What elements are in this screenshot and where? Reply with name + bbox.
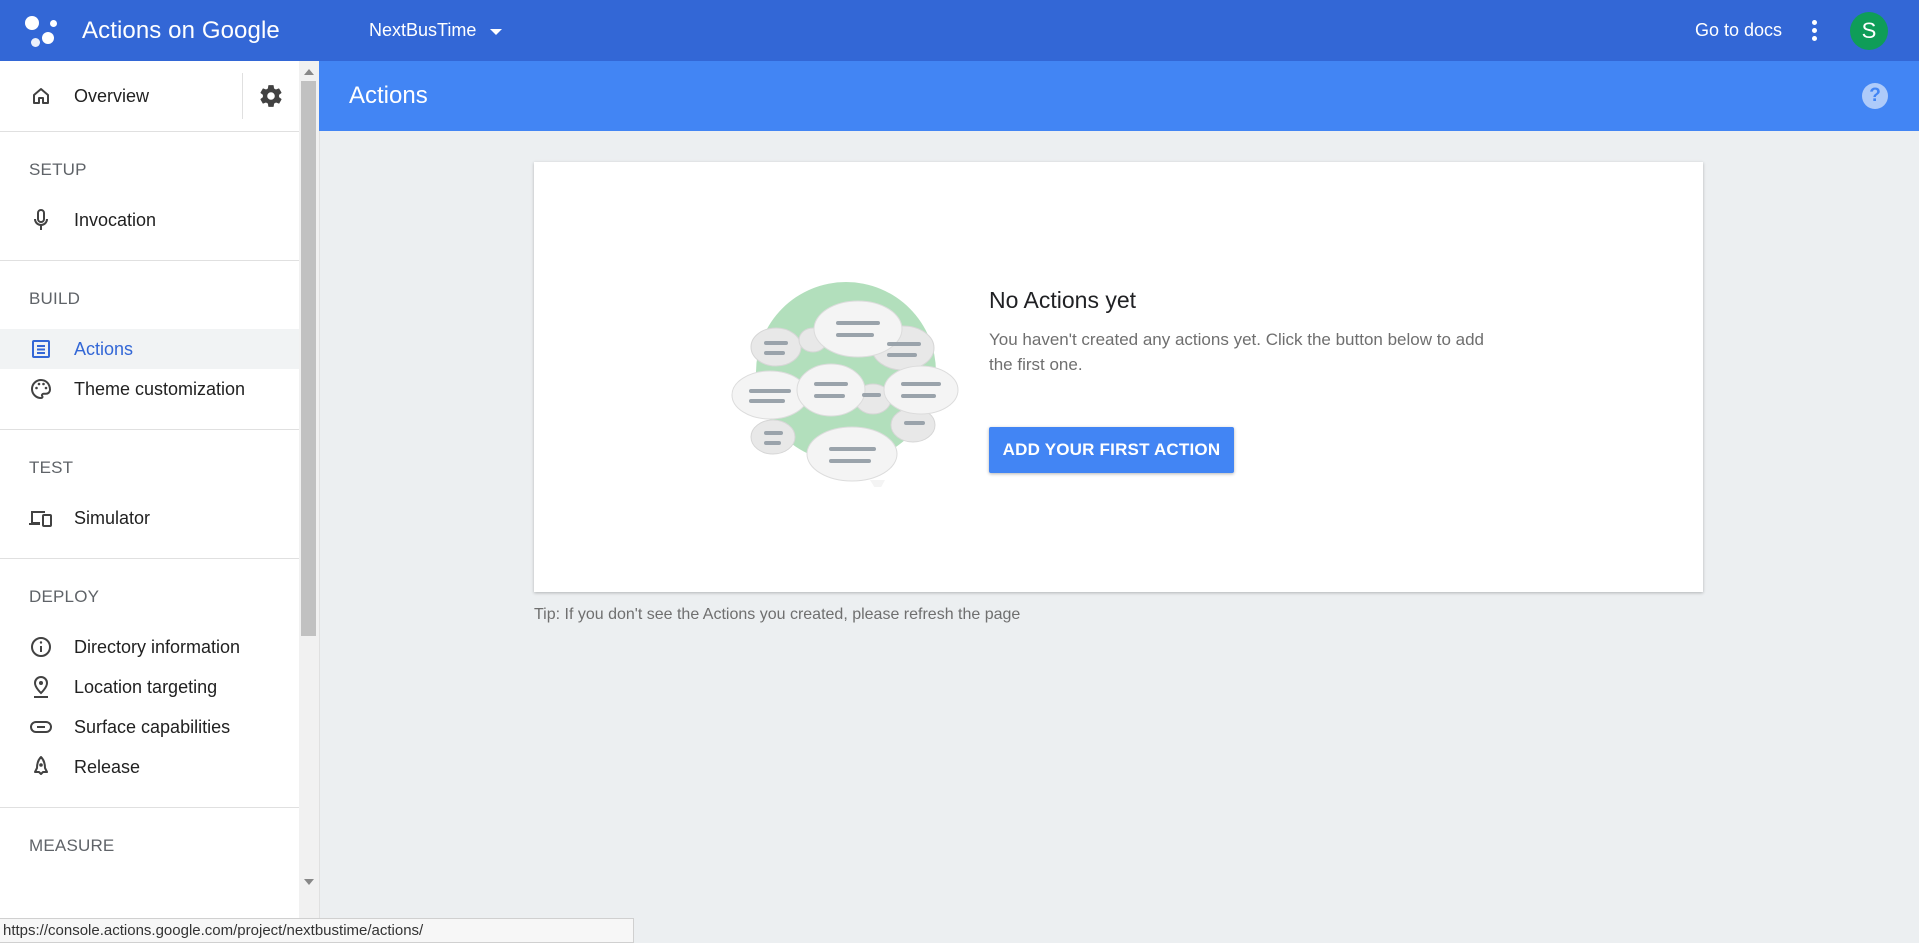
section-title: DEPLOY (29, 587, 100, 606)
location-pin-icon (28, 674, 54, 700)
avatar[interactable]: S (1850, 12, 1888, 50)
chat-bubbles-illustration-icon (731, 282, 959, 487)
sidebar-section-setup: SETUP Invocation (0, 132, 299, 261)
go-to-docs-link[interactable]: Go to docs (1695, 20, 1782, 41)
sidebar-item-directory-information[interactable]: Directory information (0, 627, 299, 667)
sidebar-item-surface-capabilities[interactable]: Surface capabilities (0, 707, 299, 747)
empty-state-title: No Actions yet (989, 287, 1137, 313)
sidebar-item-invocation[interactable]: Invocation (0, 200, 299, 240)
scroll-thumb[interactable] (301, 81, 316, 636)
section-title: BUILD (29, 289, 81, 308)
page-header: Actions ? (319, 61, 1919, 131)
sidebar-item-release[interactable]: Release (0, 747, 299, 787)
home-icon (28, 83, 54, 109)
section-title: MEASURE (29, 836, 115, 855)
sidebar-item-overview[interactable]: Overview (0, 61, 240, 131)
sidebar-item-label: Theme customization (74, 378, 246, 399)
sidebar-item-label: Simulator (74, 507, 151, 528)
mic-icon (28, 207, 54, 233)
sidebar: Overview SETUP Invocation BUILD Actions (0, 61, 299, 943)
add-first-action-button[interactable]: ADD YOUR FIRST ACTION (989, 427, 1234, 473)
rocket-icon (28, 754, 54, 780)
sidebar-item-label: Invocation (74, 209, 157, 230)
sidebar-item-label: Surface capabilities (74, 716, 231, 737)
app-title: Actions on Google (82, 17, 280, 44)
more-vert-icon[interactable] (1806, 18, 1822, 44)
section-title: SETUP (29, 160, 87, 179)
sidebar-section-test: TEST Simulator (0, 430, 299, 559)
sidebar-item-location-targeting[interactable]: Location targeting (0, 667, 299, 707)
gear-icon[interactable] (258, 83, 284, 109)
surface-icon (28, 714, 54, 740)
info-icon (28, 634, 54, 660)
sidebar-item-label: Overview (74, 85, 150, 106)
section-title: TEST (29, 458, 74, 477)
sidebar-item-label: Actions (74, 338, 134, 359)
top-app-bar: Actions on Google NextBusTime Go to docs… (0, 0, 1919, 61)
empty-state-card: No Actions yet You haven't created any a… (534, 162, 1703, 592)
status-bar-url: https://console.actions.google.com/proje… (0, 918, 634, 943)
page-title: Actions (349, 82, 428, 109)
assistant-logo-icon (24, 14, 58, 48)
brand[interactable]: Actions on Google (24, 14, 280, 48)
sidebar-item-simulator[interactable]: Simulator (0, 498, 299, 538)
sidebar-scrollbar[interactable] (299, 61, 320, 943)
sidebar-item-label: Directory information (74, 636, 241, 657)
project-name: NextBusTime (369, 20, 477, 40)
scroll-down-icon[interactable] (304, 879, 314, 885)
caret-down-icon (490, 28, 503, 35)
list-icon (28, 336, 54, 362)
tip-text: Tip: If you don't see the Actions you cr… (534, 606, 1021, 623)
help-icon[interactable]: ? (1862, 83, 1888, 109)
project-switcher[interactable]: NextBusTime (369, 20, 503, 41)
empty-state-description: You haven't created any actions yet. Cli… (989, 330, 1484, 374)
sidebar-item-theme-customization[interactable]: Theme customization (0, 369, 299, 409)
sidebar-section-deploy: DEPLOY Directory information Location ta… (0, 559, 299, 808)
sidebar-section-build: BUILD Actions Theme customization (0, 261, 299, 430)
palette-icon (28, 376, 54, 402)
sidebar-item-label: Location targeting (74, 676, 218, 697)
sidebar-item-actions[interactable]: Actions (0, 329, 299, 369)
sidebar-section-measure: MEASURE (0, 808, 299, 858)
sidebar-item-label: Release (74, 756, 141, 777)
devices-icon (28, 505, 54, 531)
scroll-up-icon[interactable] (304, 69, 314, 75)
divider (242, 73, 243, 119)
